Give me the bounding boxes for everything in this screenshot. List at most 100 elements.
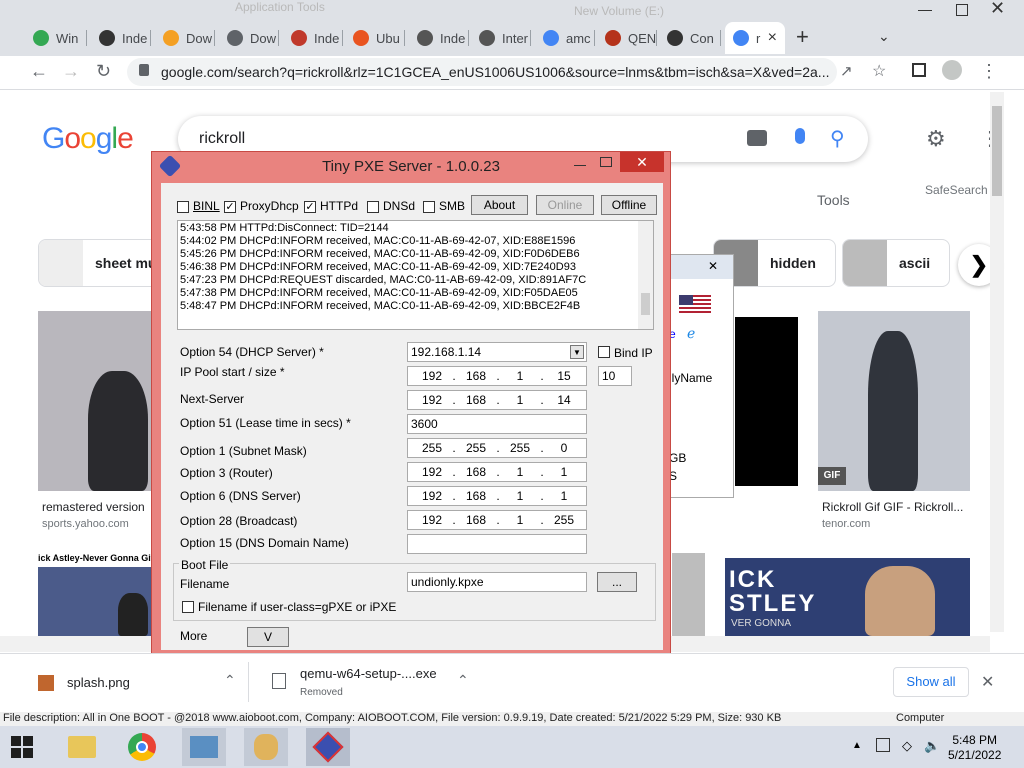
bookmark-star-icon[interactable]: ☆ xyxy=(872,61,886,81)
settings-gear-icon[interactable]: ⚙ xyxy=(926,126,946,152)
pxe-minimize-button[interactable] xyxy=(574,165,586,166)
result-image[interactable]: ICK STLEY VER GONNA xyxy=(725,558,970,636)
result-image[interactable] xyxy=(38,311,153,491)
share-icon[interactable]: ↗ xyxy=(840,62,853,80)
browser-tab[interactable]: r × xyxy=(725,22,785,54)
ip-octet[interactable]: 192 xyxy=(414,489,450,503)
result-image[interactable] xyxy=(672,553,705,636)
clock[interactable]: 5:48 PM 5/21/2022 xyxy=(948,733,1001,763)
photos-icon[interactable] xyxy=(182,728,226,766)
result-source[interactable]: sports.yahoo.com xyxy=(42,518,129,530)
browser-tab[interactable]: Inter xyxy=(471,22,531,54)
ip-octet[interactable]: 15 xyxy=(546,369,582,383)
browser-tab[interactable]: Con xyxy=(659,22,721,54)
ip-octet[interactable]: 192 xyxy=(414,465,450,479)
ip-octet[interactable]: 1 xyxy=(502,393,538,407)
ip-octet[interactable]: 1 xyxy=(502,465,538,479)
more-button[interactable]: V xyxy=(247,627,289,647)
ip-octet[interactable]: 14 xyxy=(546,393,582,407)
ip-octet[interactable]: 255 xyxy=(414,441,450,455)
next-server-ip[interactable]: 192. 168. 1. 14 xyxy=(407,390,587,410)
browser-tab[interactable]: Dow xyxy=(219,22,279,54)
result-image[interactable]: ick Astley-Never Gonna Give Y xyxy=(38,553,153,636)
minimize-button[interactable] xyxy=(918,10,932,11)
result-image[interactable]: GIF xyxy=(818,311,970,491)
start-button[interactable] xyxy=(0,728,44,766)
about-button[interactable]: About xyxy=(471,195,528,215)
ip-octet[interactable]: 1 xyxy=(502,369,538,383)
pxe-maximize-button[interactable] xyxy=(600,157,612,167)
browser-tab[interactable]: QEN xyxy=(597,22,657,54)
dnsd-checkbox[interactable] xyxy=(367,201,379,213)
tab-search-icon[interactable]: ⌄ xyxy=(878,28,890,45)
filename-input[interactable]: undionly.kpxe xyxy=(407,572,587,592)
dropdown-arrow-icon[interactable]: ▼ xyxy=(570,345,584,359)
option15-input[interactable] xyxy=(407,534,587,554)
browser-tab[interactable]: amc xyxy=(535,22,595,54)
bind-ip-checkbox[interactable] xyxy=(598,346,610,358)
tray-chevron-icon[interactable]: ▲ xyxy=(852,740,862,751)
ip-pool-start[interactable]: 192. 168. 1. 15 xyxy=(407,366,587,386)
browser-tab[interactable]: Win xyxy=(25,22,87,54)
ip-octet[interactable]: 1 xyxy=(502,489,538,503)
close-tab-icon[interactable]: × xyxy=(768,29,777,47)
ip-octet[interactable]: 1 xyxy=(546,465,582,479)
back-icon[interactable]: ← xyxy=(30,61,48,82)
broadcast-ip[interactable]: 192. 168. 1. 255 xyxy=(407,510,587,530)
pxe-close-button[interactable]: ✕ xyxy=(620,152,664,172)
search-icon[interactable]: ⚲ xyxy=(830,126,845,151)
httpd-checkbox[interactable]: ✓ xyxy=(304,201,316,213)
gpxe-checkbox[interactable] xyxy=(182,601,194,613)
log-list[interactable]: 5:43:58 PM HTTPd:DisConnect: TID=2144 5:4… xyxy=(177,220,654,330)
router-ip[interactable]: 192. 168. 1. 1 xyxy=(407,462,587,482)
aioboot-icon[interactable] xyxy=(244,728,288,766)
ip-octet[interactable]: 192 xyxy=(414,393,450,407)
reload-icon[interactable]: ↻ xyxy=(96,61,111,82)
ip-octet[interactable]: 1 xyxy=(546,489,582,503)
option54-select[interactable]: 192.168.1.14 ▼ xyxy=(407,342,587,362)
close-download-bar-icon[interactable]: ✕ xyxy=(981,672,994,692)
browser-tab[interactable]: Dow xyxy=(155,22,215,54)
chip-ascii[interactable]: ascii xyxy=(842,239,950,287)
option51-input[interactable]: 3600 xyxy=(407,414,587,434)
side-panel-icon[interactable] xyxy=(912,63,926,77)
browser-tab[interactable]: Inde xyxy=(409,22,469,54)
new-tab-button[interactable]: + xyxy=(796,24,809,50)
result-image[interactable] xyxy=(735,317,798,486)
tools-button[interactable]: Tools xyxy=(817,192,850,208)
result-caption[interactable]: remastered version xyxy=(42,500,152,514)
online-button[interactable]: Online xyxy=(536,195,594,215)
close-window-button[interactable]: ✕ xyxy=(990,0,1005,19)
proxydhcp-checkbox[interactable]: ✓ xyxy=(224,201,236,213)
show-all-button[interactable]: Show all xyxy=(893,667,969,697)
chevron-up-icon[interactable]: ⌃ xyxy=(224,672,236,689)
menu-kebab-icon[interactable]: ⋮ xyxy=(980,61,998,82)
result-source[interactable]: tenor.com xyxy=(822,518,870,530)
tiny-pxe-taskbar-icon[interactable] xyxy=(306,728,350,766)
smb-checkbox[interactable] xyxy=(423,201,435,213)
offline-button[interactable]: Offline xyxy=(601,195,657,215)
maximize-button[interactable] xyxy=(956,4,968,16)
ip-octet[interactable]: 168 xyxy=(458,465,494,479)
lock-icon[interactable] xyxy=(139,64,149,76)
ip-octet[interactable]: 192 xyxy=(414,513,450,527)
result-caption[interactable]: Rickroll Gif GIF - Rickroll... xyxy=(822,500,972,514)
ip-octet[interactable]: 255 xyxy=(458,441,494,455)
ip-octet[interactable]: 168 xyxy=(458,369,494,383)
network-icon[interactable] xyxy=(876,738,890,752)
vertical-scrollbar-thumb[interactable] xyxy=(992,106,1002,196)
camera-icon[interactable] xyxy=(747,130,767,146)
ip-octet[interactable]: 168 xyxy=(458,393,494,407)
ip-octet[interactable]: 255 xyxy=(546,513,582,527)
safesearch-button[interactable]: SafeSearch xyxy=(925,183,988,197)
ip-octet[interactable]: 168 xyxy=(458,489,494,503)
file-explorer-icon[interactable] xyxy=(60,728,104,766)
dns-server-ip[interactable]: 192. 168. 1. 1 xyxy=(407,486,587,506)
log-scrollbar[interactable] xyxy=(638,221,653,329)
ip-pool-size[interactable]: 10 xyxy=(598,366,632,386)
ip-octet[interactable]: 1 xyxy=(502,513,538,527)
download-item-name[interactable]: splash.png xyxy=(67,675,130,690)
address-bar[interactable]: google.com/search?q=rickroll&rlz=1C1GCEA… xyxy=(127,58,837,86)
chevron-up-icon[interactable]: ⌃ xyxy=(457,672,469,689)
wifi-icon[interactable]: ◇ xyxy=(902,738,912,754)
